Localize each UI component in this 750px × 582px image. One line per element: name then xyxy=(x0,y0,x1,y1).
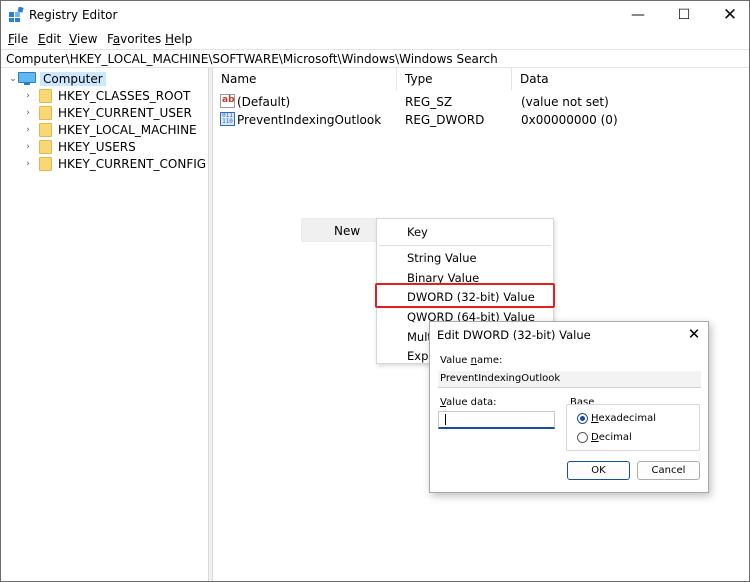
string-value-icon: ab xyxy=(220,94,235,108)
menu-favorites[interactable]: Favorites xyxy=(107,32,161,46)
window-title: Registry Editor xyxy=(29,8,118,22)
tree-item-label: Computer xyxy=(40,71,106,86)
folder-icon xyxy=(39,88,52,103)
column-header-name[interactable]: Name xyxy=(213,68,397,90)
radio-selected-icon[interactable] xyxy=(577,413,588,424)
menu-file[interactable]: File xyxy=(8,32,28,46)
menu-bar: File Edit View Favorites Help xyxy=(1,29,749,48)
submenu-item-string-value[interactable]: String Value xyxy=(407,251,477,265)
value-name: (Default) xyxy=(237,95,291,109)
table-row[interactable]: ab (Default) REG_SZ (value not set) xyxy=(213,93,749,111)
close-icon: ✕ xyxy=(722,5,738,25)
maximize-button[interactable]: ☐ xyxy=(661,1,707,29)
column-header-type[interactable]: Type xyxy=(397,68,512,90)
tree-item-label: HKEY_CURRENT_USER xyxy=(58,105,192,120)
edit-dword-dialog: Edit DWORD (32-bit) Value ✕ Value name: … xyxy=(429,321,709,493)
value-data: (value not set) xyxy=(521,95,609,109)
title-bar: Registry Editor — ☐ ✕ xyxy=(1,1,749,29)
radio-hexadecimal[interactable]: Hexadecimal xyxy=(577,413,656,424)
tree-item-label: HKEY_CLASSES_ROOT xyxy=(58,88,191,103)
folder-icon xyxy=(39,105,52,120)
registry-editor-window: Registry Editor — ☐ ✕ File Edit View Fav… xyxy=(0,0,750,582)
table-row[interactable]: 011 110 PreventIndexingOutlook REG_DWORD … xyxy=(213,111,749,129)
maximize-icon: ☐ xyxy=(677,7,691,23)
column-header-data[interactable]: Data xyxy=(512,68,749,90)
menu-edit[interactable]: Edit xyxy=(38,32,61,46)
folder-icon xyxy=(39,139,52,154)
folder-icon xyxy=(39,156,52,171)
tree-item-computer[interactable]: ⌄ Computer xyxy=(8,70,106,87)
close-icon: ✕ xyxy=(687,325,701,343)
value-data: 0x00000000 (0) xyxy=(521,113,618,127)
menu-help[interactable]: Help xyxy=(165,32,192,46)
radio-decimal[interactable]: Decimal xyxy=(577,432,632,443)
dialog-title: Edit DWORD (32-bit) Value xyxy=(437,328,591,342)
tree-item-hkey-current-user[interactable]: › HKEY_CURRENT_USER xyxy=(23,104,192,121)
tree-item-hkey-current-config[interactable]: › HKEY_CURRENT_CONFIG xyxy=(23,155,206,172)
menu-view[interactable]: View xyxy=(69,32,97,46)
chevron-right-icon[interactable]: › xyxy=(23,142,33,152)
chevron-right-icon[interactable]: › xyxy=(23,91,33,101)
tree-item-hkey-local-machine[interactable]: › HKEY_LOCAL_MACHINE xyxy=(23,121,197,138)
registry-editor-icon xyxy=(9,7,24,22)
chevron-right-icon[interactable]: › xyxy=(23,108,33,118)
value-name-field: PreventIndexingOutlook xyxy=(438,371,701,388)
value-type: REG_SZ xyxy=(405,95,453,109)
value-type: REG_DWORD xyxy=(405,113,485,127)
dialog-close-button[interactable]: ✕ xyxy=(684,325,704,345)
highlight-box xyxy=(375,283,555,308)
submenu-item-key[interactable]: Key xyxy=(407,225,428,239)
address-bar[interactable]: Computer\HKEY_LOCAL_MACHINE\SOFTWARE\Mic… xyxy=(1,49,749,68)
value-data-label: Value data: xyxy=(440,397,497,408)
tree-item-label: HKEY_LOCAL_MACHINE xyxy=(58,122,197,137)
submenu-separator xyxy=(379,245,551,246)
minimize-button[interactable]: — xyxy=(615,1,661,29)
base-radio-group: Hexadecimal Decimal xyxy=(566,404,700,451)
folder-icon xyxy=(39,122,52,137)
binary-value-icon: 011 110 xyxy=(220,112,235,126)
value-name: PreventIndexingOutlook xyxy=(237,113,382,127)
chevron-down-icon[interactable]: ⌄ xyxy=(8,74,18,84)
tree-pane: ⌄ Computer › HKEY_CLASSES_ROOT › HKEY_CU… xyxy=(1,68,208,581)
value-data-input[interactable] xyxy=(438,411,555,429)
tree-item-label: HKEY_CURRENT_CONFIG xyxy=(58,156,207,171)
cancel-button[interactable]: Cancel xyxy=(637,461,700,480)
chevron-right-icon[interactable]: › xyxy=(23,125,33,135)
chevron-right-icon[interactable]: › xyxy=(23,159,33,169)
value-name-label: Value name: xyxy=(440,355,503,366)
computer-icon xyxy=(18,72,36,85)
radio-unselected-icon[interactable] xyxy=(577,432,588,443)
tree-item-hkey-classes-root[interactable]: › HKEY_CLASSES_ROOT xyxy=(23,87,190,104)
tree-item-hkey-users[interactable]: › HKEY_USERS xyxy=(23,138,136,155)
close-button[interactable]: ✕ xyxy=(707,1,750,29)
context-menu-new[interactable]: New xyxy=(301,218,378,242)
text-caret xyxy=(445,414,446,425)
minimize-icon: — xyxy=(631,7,645,23)
ok-button[interactable]: OK xyxy=(567,461,630,480)
tree-item-label: HKEY_USERS xyxy=(58,139,136,154)
